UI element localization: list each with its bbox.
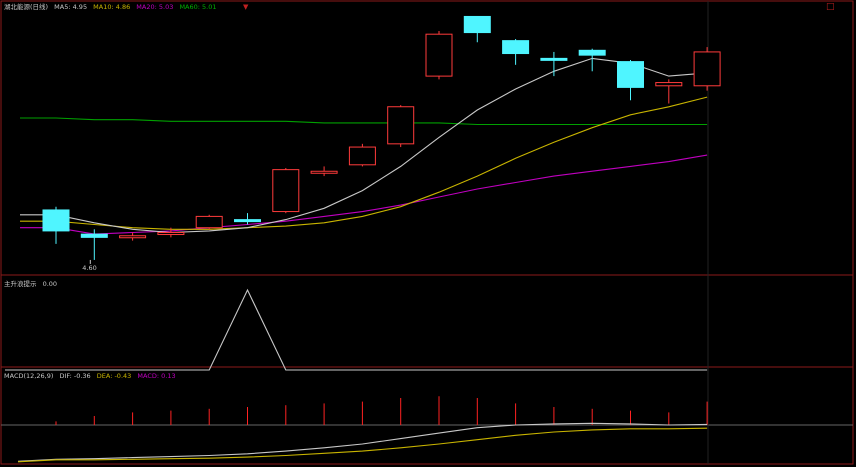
dea-line [17, 427, 708, 463]
indicator-value: 0.00 [42, 280, 58, 288]
candle [693, 47, 721, 91]
main-legend: 湖北能源(日线) MA5: 4.95 MA10: 4.86 MA20: 5.03… [4, 3, 221, 11]
candle-body [234, 219, 261, 223]
candle-body [502, 40, 530, 55]
candle-body [578, 49, 606, 56]
candle [119, 232, 147, 241]
candle-body [195, 215, 223, 229]
candle [387, 105, 415, 148]
candle [502, 39, 530, 65]
indicator-title: 主升浪提示 [4, 280, 37, 288]
candle [540, 51, 568, 77]
candle-body [540, 57, 568, 61]
candle [42, 206, 70, 244]
candle-body [157, 232, 185, 236]
macd-label: MACD: 0.13 [137, 372, 176, 380]
candle-body [80, 233, 108, 238]
ma20-line [20, 154, 708, 235]
indicator-line [5, 288, 708, 371]
candle [463, 15, 491, 43]
indicator-legend: 主升浪提示 0.00 [4, 280, 61, 288]
candle [310, 166, 338, 177]
candle-body [387, 106, 415, 145]
candle-body [655, 82, 683, 87]
chart-canvas[interactable]: 4.60 [0, 0, 856, 467]
candle [234, 213, 261, 225]
candle-body [425, 33, 453, 77]
candle-body [463, 15, 491, 34]
macd-title: MACD(12,26,9) [4, 372, 54, 380]
ma20-label: MA20: 5.03 [136, 3, 174, 11]
ma10-label: MA10: 4.86 [93, 3, 131, 11]
scroll-arrow-icon[interactable]: ▼ [243, 4, 248, 11]
candle [425, 30, 453, 80]
indicator-panel[interactable] [5, 288, 708, 371]
candle [80, 229, 108, 260]
candle [272, 168, 300, 214]
dea-label: DEA: -0.43 [96, 372, 132, 380]
candle-body [42, 209, 70, 232]
ma5-line [20, 57, 708, 234]
stock-chart-window: 4.60 湖北能源(日线) MA5: 4.95 MA10: 4.86 MA20:… [0, 0, 856, 467]
candle [348, 143, 376, 167]
candle [655, 79, 683, 104]
candle-body [693, 51, 721, 87]
macd-legend: MACD(12,26,9) DIF: -0.36 DEA: -0.43 MACD… [4, 372, 180, 380]
candle [195, 214, 223, 230]
ma5-label: MA5: 4.95 [54, 3, 88, 11]
low-price-marker: 4.60 [82, 264, 96, 272]
candle-body [617, 61, 644, 88]
main-title: 湖北能源(日线) [4, 3, 49, 11]
macd-panel[interactable] [17, 396, 708, 463]
ma60-label: MA60: 5.01 [179, 3, 217, 11]
dif-line [17, 422, 708, 462]
candle-body [119, 235, 147, 239]
candle-body [272, 169, 300, 213]
candle-body [348, 146, 376, 166]
main-price-panel[interactable]: 4.60 [20, 15, 721, 272]
candle-body [310, 170, 338, 174]
dif-label: DIF: -0.36 [59, 372, 91, 380]
candle [617, 59, 644, 101]
close-icon[interactable]: □ [826, 3, 835, 12]
